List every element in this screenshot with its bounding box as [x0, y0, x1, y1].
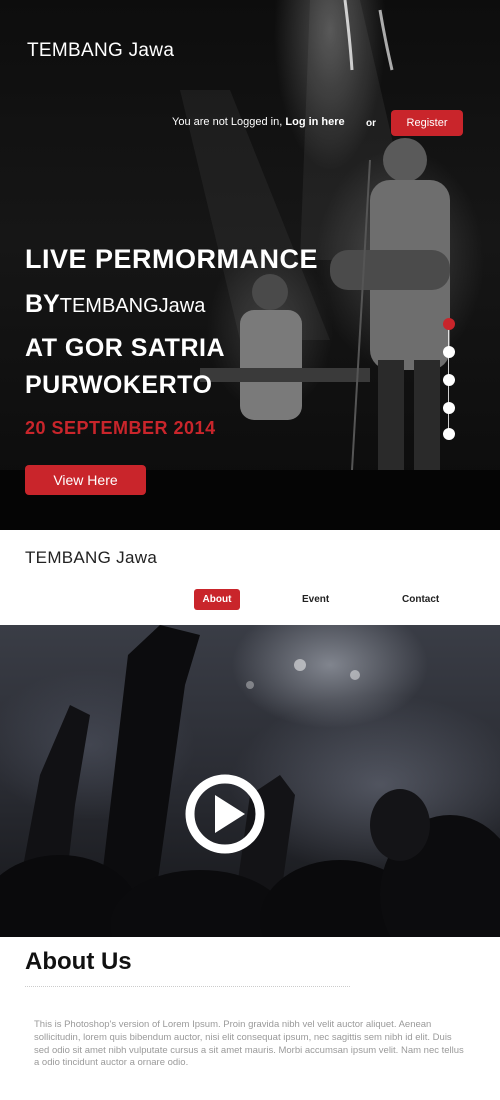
slider-pagination: [442, 318, 456, 442]
slider-dot-1[interactable]: [443, 318, 455, 330]
hero-by-text: BY: [25, 290, 60, 318]
register-button[interactable]: Register: [391, 110, 463, 136]
main-navigation: TEMBANG Jawa About Event Contact: [0, 530, 500, 625]
nav-item-contact[interactable]: Contact: [402, 589, 439, 610]
about-body-text: This is Photoshop's version of Lorem Ips…: [34, 1019, 464, 1069]
about-title: About Us: [25, 948, 132, 975]
login-status: You are not Logged in, Log in here: [172, 116, 345, 128]
hero-headline-line1: LIVE PERMORMANCE: [25, 244, 319, 274]
nav-item-event[interactable]: Event: [302, 589, 329, 610]
hero-date: 20 SEPTEMBER 2014: [25, 418, 216, 438]
about-divider: [25, 986, 350, 987]
brand-logo[interactable]: TEMBANG Jawa: [27, 40, 174, 62]
hero-banner: TEMBANG Jawa You are not Logged in, Log …: [0, 0, 500, 530]
nav-item-about[interactable]: About: [194, 589, 240, 610]
login-status-text: You are not Logged in,: [172, 116, 283, 128]
nav-brand-logo[interactable]: TEMBANG Jawa: [25, 548, 157, 568]
slider-dot-2[interactable]: [443, 346, 455, 358]
hero-headline-line2: BYTEMBANGJawa: [25, 290, 205, 319]
login-or-text: or: [366, 118, 376, 129]
slider-dot-3[interactable]: [443, 374, 455, 386]
hero-brand-text: TEMBANGJawa: [59, 295, 206, 317]
slider-dot-5[interactable]: [443, 428, 455, 440]
hero-headline-line4: PURWOKERTO: [25, 371, 213, 399]
hero-headline-line3: AT GOR SATRIA: [25, 334, 226, 362]
slider-dot-4[interactable]: [443, 402, 455, 414]
view-here-button[interactable]: View Here: [25, 465, 146, 495]
play-icon[interactable]: [184, 773, 266, 855]
login-link[interactable]: Log in here: [285, 116, 344, 128]
